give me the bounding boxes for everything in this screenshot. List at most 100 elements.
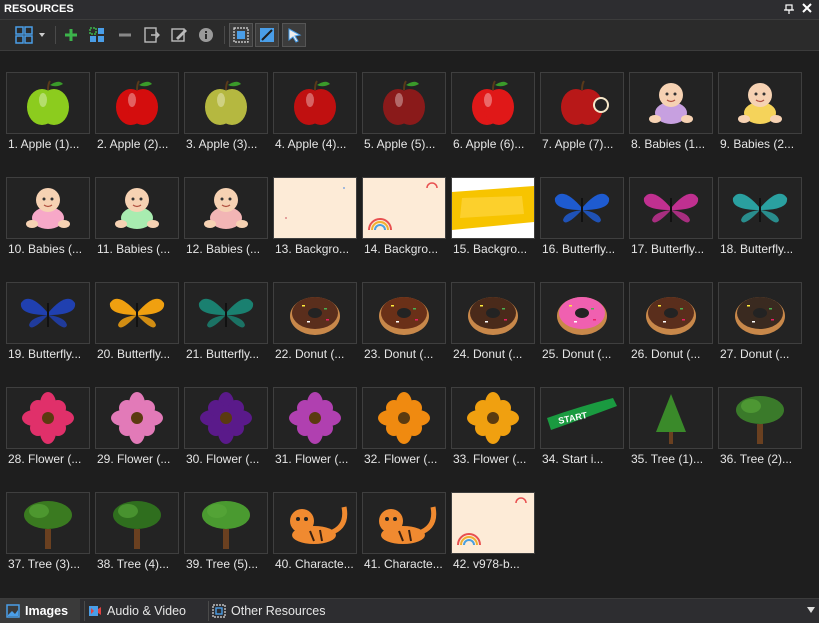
resource-item[interactable]: 31. Flower (... <box>273 387 357 479</box>
tab-audio-video[interactable]: Audio & Video <box>88 599 203 623</box>
resource-item[interactable]: 27. Donut (... <box>718 282 802 374</box>
resource-label: 26. Donut (... <box>631 347 701 361</box>
resource-item[interactable]: 2. Apple (2)... <box>95 72 179 164</box>
info-button[interactable] <box>196 23 216 47</box>
resource-item[interactable]: 3. Apple (3)... <box>184 72 268 164</box>
apple-image <box>116 80 158 125</box>
close-icon[interactable] <box>801 2 813 14</box>
resource-item[interactable]: 37. Tree (3)... <box>6 492 90 584</box>
tab-other-resources[interactable]: Other Resources <box>212 599 332 623</box>
resource-thumbnail <box>273 72 357 134</box>
resource-grid: 1. Apple (1)... 2. Apple (2)... 3. Apple… <box>0 51 819 598</box>
resource-item[interactable]: 13. Backgro... <box>273 177 357 269</box>
remove-button[interactable] <box>115 23 135 47</box>
resource-item[interactable]: 15. Backgro... <box>451 177 535 269</box>
resource-label: 32. Flower (... <box>364 452 438 466</box>
import-button[interactable] <box>141 23 163 47</box>
resource-item[interactable]: 26. Donut (... <box>629 282 713 374</box>
resource-thumbnail <box>95 387 179 449</box>
resource-item[interactable]: 29. Flower (... <box>95 387 179 479</box>
resource-thumbnail <box>718 177 802 239</box>
resource-label: 30. Flower (... <box>186 452 260 466</box>
resource-item[interactable]: 40. Characte... <box>273 492 357 584</box>
overflow-menu-icon[interactable] <box>807 607 815 613</box>
resource-item[interactable]: 7. Apple (7)... <box>540 72 624 164</box>
resource-label: 4. Apple (4)... <box>275 137 347 151</box>
tab-images[interactable]: Images <box>0 599 80 623</box>
resource-item[interactable]: 33. Flower (... <box>451 387 535 479</box>
baby-image <box>26 188 70 229</box>
resource-thumbnail <box>451 492 535 554</box>
resource-label: 27. Donut (... <box>720 347 790 361</box>
butterfly-image <box>554 193 610 223</box>
resource-item[interactable]: 38. Tree (4)... <box>95 492 179 584</box>
resource-item[interactable]: 9. Babies (2... <box>718 72 802 164</box>
resource-item[interactable]: 4. Apple (4)... <box>273 72 357 164</box>
add-multiple-button[interactable] <box>87 23 107 47</box>
add-button[interactable] <box>61 23 81 47</box>
resource-item[interactable]: 21. Butterfly... <box>184 282 268 374</box>
pin-icon[interactable] <box>783 3 795 15</box>
resource-item[interactable]: 41. Characte... <box>362 492 446 584</box>
resource-thumbnail <box>6 492 90 554</box>
resource-label: 35. Tree (1)... <box>631 452 704 466</box>
bottom-tab-bar: Images Audio & Video Other Resources <box>0 598 819 623</box>
resource-item[interactable]: 16. Butterfly... <box>540 177 624 269</box>
resource-label: 13. Backgro... <box>275 242 350 256</box>
view-mode-button[interactable] <box>12 23 48 47</box>
resource-item[interactable]: 23. Donut (... <box>362 282 446 374</box>
resource-thumbnail <box>95 177 179 239</box>
donut-image <box>735 297 785 335</box>
resource-item[interactable]: 8. Babies (1... <box>629 72 713 164</box>
resource-thumbnail <box>184 177 268 239</box>
resource-item[interactable]: 14. Backgro... <box>362 177 446 269</box>
resource-thumbnail <box>6 387 90 449</box>
start-image: START <box>547 398 617 430</box>
resource-item[interactable]: 35. Tree (1)... <box>629 387 713 479</box>
image-icon <box>6 604 20 618</box>
resource-thumbnail <box>6 72 90 134</box>
resource-item[interactable]: 28. Flower (... <box>6 387 90 479</box>
resource-item[interactable]: 22. Donut (... <box>273 282 357 374</box>
resource-item[interactable]: 11. Babies (... <box>95 177 179 269</box>
resource-item[interactable]: 20. Butterfly... <box>95 282 179 374</box>
edit-button[interactable] <box>168 23 190 47</box>
resource-thumbnail <box>540 72 624 134</box>
edit-icon <box>171 28 187 42</box>
resource-item[interactable]: 39. Tree (5)... <box>184 492 268 584</box>
resource-item[interactable]: 24. Donut (... <box>451 282 535 374</box>
resource-label: 18. Butterfly... <box>720 242 794 256</box>
select-region-button[interactable] <box>255 23 279 47</box>
resource-item[interactable]: 10. Babies (... <box>6 177 90 269</box>
resource-thumbnail: START <box>540 387 624 449</box>
resource-item[interactable]: 42. v978-b... <box>451 492 535 584</box>
resource-item[interactable]: 6. Apple (6)... <box>451 72 535 164</box>
resource-label: 42. v978-b... <box>453 557 520 571</box>
resource-item[interactable]: 17. Butterfly... <box>629 177 713 269</box>
resource-item[interactable]: 30. Flower (... <box>184 387 268 479</box>
resource-item[interactable]: 19. Butterfly... <box>6 282 90 374</box>
fit-button[interactable] <box>229 23 253 47</box>
flower-image <box>289 392 341 444</box>
apple-image <box>294 80 336 125</box>
resource-label: 12. Babies (... <box>186 242 261 256</box>
resource-thumbnail <box>95 492 179 554</box>
resource-item[interactable]: 36. Tree (2)... <box>718 387 802 479</box>
resource-item[interactable]: 12. Babies (... <box>184 177 268 269</box>
flower-image <box>22 392 74 444</box>
resource-item[interactable]: 25. Donut (... <box>540 282 624 374</box>
tab-other-resources-label: Other Resources <box>231 604 326 618</box>
resource-item[interactable]: 32. Flower (... <box>362 387 446 479</box>
resource-item[interactable]: START 34. Start i... <box>540 387 624 479</box>
resource-item[interactable]: 5. Apple (5)... <box>362 72 446 164</box>
panel-titlebar: RESOURCES <box>0 0 819 20</box>
resource-label: 9. Babies (2... <box>720 137 795 151</box>
resource-label: 41. Characte... <box>364 557 443 571</box>
tree-image <box>202 501 250 549</box>
resource-item[interactable]: 1. Apple (1)... <box>6 72 90 164</box>
donut-image <box>290 297 340 335</box>
resource-label: 39. Tree (5)... <box>186 557 259 571</box>
resource-item[interactable]: 18. Butterfly... <box>718 177 802 269</box>
pointer-button[interactable] <box>282 23 306 47</box>
resource-label: 15. Backgro... <box>453 242 528 256</box>
